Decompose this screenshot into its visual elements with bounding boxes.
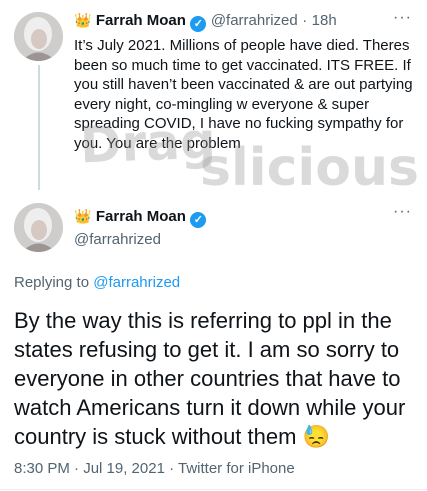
author-handle[interactable]: @farrahrized [211,12,298,29]
author-handle[interactable]: @farrahrized [74,231,161,248]
avatar[interactable] [14,12,63,61]
bottom-divider [0,489,427,490]
verified-badge-icon: ✓ [190,16,207,32]
tweet-time[interactable]: 18h [312,12,337,29]
separator: · [302,12,308,29]
more-options-icon[interactable]: ··· [393,203,412,221]
crown-icon: 👑 [74,208,92,224]
emoji-downcast-sweat: 😓 [302,424,330,449]
avatar[interactable] [14,203,63,252]
tweet-text: By the way this is referring to ppl in t… [14,306,414,451]
replying-to-link[interactable]: @farrahrized [93,274,180,291]
author-name[interactable]: Farrah Moan [96,12,186,29]
tweet-author-block: 👑 Farrah Moan ✓ [74,208,207,228]
tweet-text-body: By the way this is referring to ppl in t… [14,308,406,449]
author-name[interactable]: Farrah Moan [96,208,186,225]
tweet-text: It’s July 2021. Millions of people have … [74,37,413,152]
replying-to-line: Replying to @farrahrized [14,274,180,291]
crown-icon: 👑 [74,12,92,28]
tweet-header: 👑 Farrah Moan ✓ @farrahrized · 18h [74,12,337,32]
replying-prefix: Replying to [14,274,94,291]
verified-badge-icon: ✓ [190,212,207,228]
thread-line [38,65,40,190]
tweet-timestamp[interactable]: 8:30 PM · Jul 19, 2021 · Twitter for iPh… [14,460,295,477]
more-options-icon[interactable]: ··· [393,9,412,27]
